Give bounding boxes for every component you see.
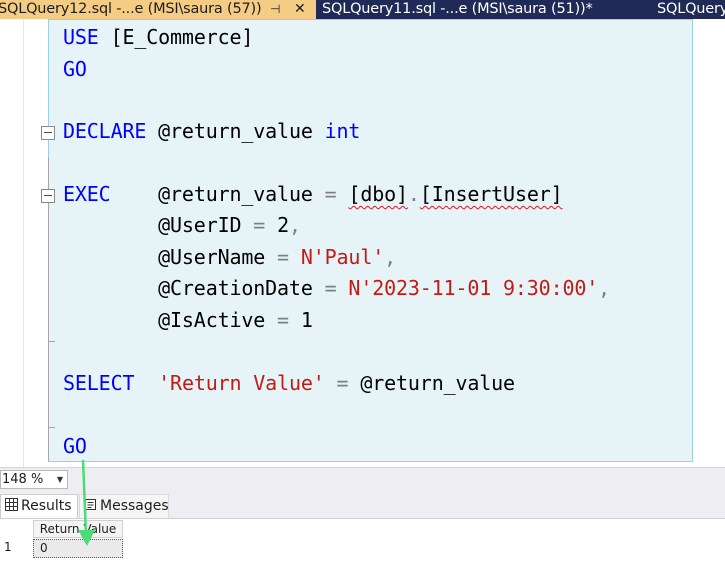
tab-label: SQLQuery11.sql -...e (MSI\saura (51))* <box>322 1 593 17</box>
pin-icon[interactable]: ⊣ <box>270 0 280 18</box>
tab-sqlquery11[interactable]: SQLQuery11.sql -...e (MSI\saura (51))* <box>322 0 593 19</box>
query-editor[interactable]: USE [E_Commerce] GO DECLARE @return_valu… <box>0 19 725 467</box>
close-icon[interactable]: ✕ <box>294 0 306 18</box>
code-line-userid: @UserID = 2, <box>63 213 301 237</box>
tab-label: Results <box>21 498 72 514</box>
tab-messages[interactable]: Messages <box>79 494 169 518</box>
zoom-dropdown[interactable]: 148 % ▼ <box>0 470 68 489</box>
code-line-select: SELECT 'Return Value' = @return_value <box>63 371 515 395</box>
results-tab-strip: Results Messages <box>0 489 725 519</box>
collapse-icon[interactable] <box>41 126 55 140</box>
row-number: 1 <box>4 540 12 554</box>
grid-cell[interactable]: 0 <box>33 539 123 558</box>
tab-sqlquery10[interactable]: SQLQuery10 <box>657 0 725 19</box>
grid-icon <box>5 498 18 511</box>
outline-end-tick <box>48 341 55 342</box>
tab-label: SQLQuery10 <box>657 1 725 17</box>
code-line-username: @UserName = N'Paul', <box>63 245 397 269</box>
results-grid: Return Value 1 0 <box>0 519 725 569</box>
collapse-icon[interactable] <box>41 189 55 203</box>
tab-label: Messages <box>100 498 169 514</box>
code-line-exec: EXEC @return_value = [dbo].[InsertUser] <box>63 182 563 206</box>
code-line-go: GO <box>63 57 87 81</box>
zoom-value: 148 % <box>2 472 44 487</box>
editor-status-strip: 148 % ▼ <box>0 467 725 489</box>
tab-results[interactable]: Results <box>0 494 78 518</box>
code-line-declare: DECLARE @return_value int <box>63 119 361 143</box>
code-line-isactive: @IsActive = 1 <box>63 308 313 332</box>
code-line-use: USE [E_Commerce] <box>63 25 254 49</box>
tab-label: SQLQuery12.sql -...e (MSI\saura (57)) <box>0 1 262 17</box>
code-line-creationdate: @CreationDate = N'2023-11-01 9:30:00', <box>63 276 611 300</box>
tab-sqlquery12[interactable]: SQLQuery12.sql -...e (MSI\saura (57)) ⊣ … <box>0 0 316 19</box>
outline-end-tick <box>48 427 55 428</box>
code-line-go: GO <box>63 434 87 458</box>
column-header[interactable]: Return Value <box>33 520 123 538</box>
gutter-separator <box>23 19 24 467</box>
messages-icon <box>85 499 96 510</box>
document-tab-bar: SQLQuery12.sql -...e (MSI\saura (57)) ⊣ … <box>0 0 725 19</box>
chevron-down-icon: ▼ <box>56 475 63 484</box>
